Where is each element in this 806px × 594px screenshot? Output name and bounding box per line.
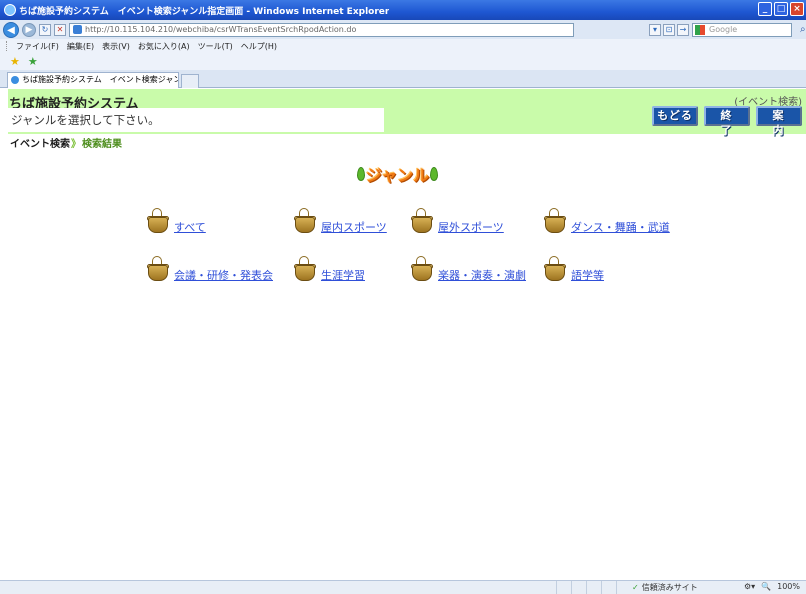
genre-link-outdoor-sports[interactable]: 屋外スポーツ bbox=[438, 221, 504, 234]
window-title-bar: ちば施設予約システム イベント検索ジャンル指定画面 - Windows Inte… bbox=[0, 0, 806, 20]
window-controls: _ □ × bbox=[758, 2, 804, 16]
breadcrumb-results: 検索結果 bbox=[82, 139, 122, 150]
address-tools: ▾ ⊡ → bbox=[649, 23, 689, 36]
plant-pot-icon bbox=[147, 256, 169, 282]
status-cell bbox=[556, 581, 571, 594]
security-zone[interactable]: ✓ 信頼済みサイト bbox=[632, 582, 698, 593]
go-icon[interactable]: → bbox=[677, 23, 689, 36]
page-icon bbox=[73, 25, 82, 34]
genre-link-dance[interactable]: ダンス・舞踊・武道 bbox=[571, 221, 670, 234]
new-tab-button[interactable] bbox=[181, 74, 199, 88]
close-button[interactable]: × bbox=[790, 2, 804, 16]
browser-tab[interactable]: ちば施設予約システム イベント検索ジャンル指定画面 bbox=[7, 72, 179, 88]
search-provider-icon bbox=[695, 24, 705, 35]
breadcrumb-separator: 》 bbox=[71, 139, 81, 150]
status-cell bbox=[601, 581, 616, 594]
toolbar-grip bbox=[6, 41, 8, 51]
search-icon[interactable]: ⌕ bbox=[800, 24, 806, 35]
genre-item-lifelong-learning[interactable]: 生涯学習 bbox=[294, 256, 365, 282]
window-title: ちば施設予約システム イベント検索ジャンル指定画面 - Windows Inte… bbox=[19, 6, 390, 17]
plant-pot-icon bbox=[544, 208, 566, 234]
genre-link-all[interactable]: すべて bbox=[174, 221, 206, 234]
genre-link-music[interactable]: 楽器・演奏・演劇 bbox=[438, 269, 526, 282]
genre-link-indoor-sports[interactable]: 屋内スポーツ bbox=[321, 221, 387, 234]
menu-view[interactable]: 表示(V) bbox=[102, 41, 130, 52]
favorites-bar: ★ ★ bbox=[0, 53, 806, 70]
maximize-button[interactable]: □ bbox=[774, 2, 788, 16]
menu-edit[interactable]: 編集(E) bbox=[67, 41, 94, 52]
search-input[interactable]: Google bbox=[692, 22, 792, 37]
instruction-text: ジャンルを選択して下さい。 bbox=[8, 108, 384, 132]
status-cells bbox=[556, 581, 631, 594]
header-buttons: もどる 終了 案内 bbox=[652, 106, 802, 137]
guide-button[interactable]: 案内 bbox=[756, 106, 802, 137]
genre-link-meeting[interactable]: 会議・研修・発表会 bbox=[174, 269, 273, 282]
genre-item-outdoor-sports[interactable]: 屋外スポーツ bbox=[411, 208, 504, 234]
menu-help[interactable]: ヘルプ(H) bbox=[241, 41, 277, 52]
genre-item-indoor-sports[interactable]: 屋内スポーツ bbox=[294, 208, 387, 234]
menu-tools[interactable]: ツール(T) bbox=[198, 41, 233, 52]
back-nav-icon[interactable]: ◀ bbox=[3, 21, 19, 38]
breadcrumb-event-search: イベント検索 bbox=[10, 139, 70, 150]
menu-bar: ファイル(F) 編集(E) 表示(V) お気に入り(A) ツール(T) ヘルプ(… bbox=[0, 39, 806, 53]
menu-file[interactable]: ファイル(F) bbox=[16, 41, 59, 52]
genre-heading: ジャンル bbox=[357, 162, 439, 186]
genre-link-lifelong-learning[interactable]: 生涯学習 bbox=[321, 269, 365, 282]
status-cell bbox=[616, 581, 631, 594]
compat-icon[interactable]: ⊡ bbox=[663, 23, 675, 36]
plant-pot-icon bbox=[411, 208, 433, 234]
genre-item-meeting[interactable]: 会議・研修・発表会 bbox=[147, 256, 273, 282]
forward-nav-icon[interactable]: ▶ bbox=[22, 22, 36, 37]
plant-pot-icon bbox=[147, 208, 169, 234]
trusted-check-icon: ✓ bbox=[632, 583, 639, 592]
status-bar: ✓ 信頼済みサイト ⚙▾ 🔍 100% bbox=[0, 580, 806, 594]
search-placeholder: Google bbox=[709, 24, 738, 34]
plant-pot-icon bbox=[544, 256, 566, 282]
genre-item-all[interactable]: すべて bbox=[147, 208, 206, 234]
genre-item-language[interactable]: 語学等 bbox=[544, 256, 604, 282]
add-favorite-icon[interactable]: ★ bbox=[28, 55, 38, 68]
back-button[interactable]: もどる bbox=[652, 106, 698, 126]
zoom-icon: 🔍 bbox=[761, 582, 772, 591]
dropdown-icon[interactable]: ▾ bbox=[649, 23, 661, 36]
status-cell bbox=[571, 581, 586, 594]
leaf-left-icon bbox=[357, 167, 365, 181]
protected-mode-icon: ⚙▾ bbox=[743, 582, 756, 591]
app-header: ちば施設予約システム (イベント検索) ジャンルを選択して下さい。 もどる 終了… bbox=[8, 89, 806, 137]
tab-title: ちば施設予約システム イベント検索ジャンル指定画面 bbox=[22, 75, 178, 84]
plant-pot-icon bbox=[294, 256, 316, 282]
address-url: http://10.115.104.210/webchiba/csrWTrans… bbox=[85, 24, 357, 34]
zoom-control[interactable]: ⚙▾ 🔍 100% bbox=[744, 582, 800, 591]
genre-link-language[interactable]: 語学等 bbox=[571, 269, 604, 282]
leaf-right-icon bbox=[430, 167, 439, 181]
genre-heading-text: ジャンル bbox=[366, 166, 430, 185]
minimize-button[interactable]: _ bbox=[758, 2, 772, 16]
stop-icon[interactable]: ✕ bbox=[54, 23, 66, 36]
breadcrumb: イベント検索 》 検索結果 bbox=[10, 135, 122, 150]
plant-pot-icon bbox=[294, 208, 316, 234]
favorites-star-icon[interactable]: ★ bbox=[10, 55, 20, 68]
status-cell bbox=[586, 581, 601, 594]
tab-page-icon bbox=[11, 76, 19, 84]
zoom-level: 100% bbox=[777, 582, 800, 591]
tab-strip: ちば施設予約システム イベント検索ジャンル指定画面 bbox=[0, 70, 806, 88]
address-input[interactable]: http://10.115.104.210/webchiba/csrWTrans… bbox=[69, 22, 574, 37]
exit-button[interactable]: 終了 bbox=[704, 106, 750, 137]
menu-favorites[interactable]: お気に入り(A) bbox=[138, 41, 190, 52]
genre-item-dance[interactable]: ダンス・舞踊・武道 bbox=[544, 208, 670, 234]
plant-pot-icon bbox=[411, 256, 433, 282]
genre-item-music[interactable]: 楽器・演奏・演劇 bbox=[411, 256, 526, 282]
security-zone-label: 信頼済みサイト bbox=[641, 583, 698, 592]
refresh-icon[interactable]: ↻ bbox=[39, 23, 51, 36]
ie-logo-icon bbox=[4, 4, 16, 16]
address-toolbar: ◀ ▶ ↻ ✕ http://10.115.104.210/webchiba/c… bbox=[0, 20, 806, 39]
